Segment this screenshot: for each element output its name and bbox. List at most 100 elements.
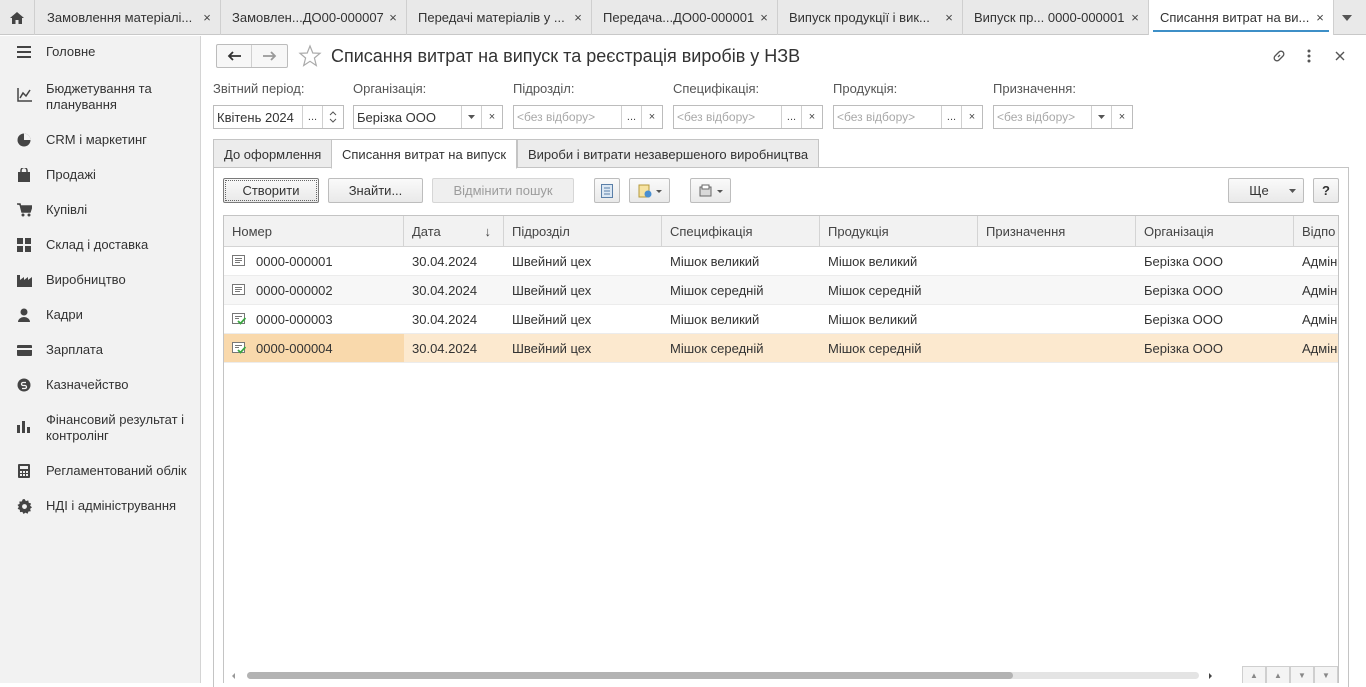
window-tab-active[interactable]: Списання витрат на ви... × <box>1149 0 1334 35</box>
column-header-responsible[interactable]: Відпо <box>1294 216 1338 246</box>
sidebar-item-sales[interactable]: Продажі <box>0 167 200 187</box>
factory-icon <box>16 272 32 288</box>
close-icon[interactable]: × <box>940 10 958 25</box>
tabs-dropdown-icon[interactable] <box>1328 0 1366 35</box>
window-tab[interactable]: Випуск пр... 0000-000001 × <box>963 0 1149 35</box>
table-row[interactable]: 0000-000003 30.04.2024 Швейний цех Мішок… <box>224 305 1338 334</box>
purpose-field[interactable]: <без відбору> × <box>993 105 1133 129</box>
horizontal-scrollbar[interactable] <box>223 669 1213 683</box>
cell-organization: Берізка ООО <box>1144 282 1223 298</box>
sidebar-item-salary[interactable]: Зарплата <box>0 342 200 362</box>
close-icon[interactable]: × <box>198 10 216 25</box>
forward-arrow-icon[interactable] <box>252 45 287 67</box>
organization-value[interactable]: Берізка ООО <box>354 106 461 128</box>
department-placeholder[interactable]: <без відбору> <box>514 106 621 128</box>
window-tab[interactable]: Замовлен...ДО00-000007 × <box>221 0 407 35</box>
window-tab[interactable]: Замовлення матеріалі... × <box>36 0 221 35</box>
close-icon[interactable]: × <box>569 10 587 25</box>
favorite-star-icon[interactable] <box>298 44 322 68</box>
link-icon[interactable] <box>1269 46 1289 66</box>
column-header-number[interactable]: Номер <box>224 216 404 246</box>
sidebar-item-production[interactable]: Виробництво <box>0 272 200 292</box>
product-placeholder[interactable]: <без відбору> <box>834 106 941 128</box>
document-list-icon[interactable] <box>594 178 620 203</box>
cancel-search-button[interactable]: Відмінити пошук <box>432 178 574 203</box>
window-tab[interactable]: Передача...ДО00-000001 × <box>592 0 778 35</box>
sidebar-item-purchases[interactable]: Купівлі <box>0 202 200 222</box>
column-header-purpose[interactable]: Призначення <box>978 216 1136 246</box>
find-button[interactable]: Знайти... <box>328 178 423 203</box>
close-window-icon[interactable] <box>1330 46 1350 66</box>
cell-organization: Берізка ООО <box>1144 340 1223 356</box>
purpose-placeholder[interactable]: <без відбору> <box>994 106 1091 128</box>
clear-icon[interactable]: × <box>961 106 982 128</box>
sidebar-item-treasury[interactable]: Казначейство <box>0 377 200 397</box>
close-icon[interactable]: × <box>755 10 773 25</box>
chart-line-icon <box>16 87 32 103</box>
sidebar-item-financial-result[interactable]: Фінансовий результат і контролінг <box>0 412 200 446</box>
scroll-up-icon[interactable]: ▲ <box>1266 666 1290 683</box>
department-select-button[interactable]: ... <box>621 106 641 128</box>
specification-field[interactable]: <без відбору> ... × <box>673 105 823 129</box>
tab-write-off-costs[interactable]: Списання витрат на випуск <box>331 139 518 169</box>
cell-product: Мішок середній <box>828 340 922 356</box>
clear-icon[interactable]: × <box>1111 106 1132 128</box>
department-field[interactable]: <без відбору> ... × <box>513 105 663 129</box>
column-header-organization[interactable]: Організація <box>1136 216 1294 246</box>
scroll-top-icon[interactable]: ▲ <box>1242 666 1266 683</box>
close-icon[interactable]: × <box>384 10 402 25</box>
sidebar-item-main[interactable]: Головне <box>0 44 200 64</box>
print-menu-icon[interactable] <box>690 178 731 203</box>
period-value[interactable]: Квітень 2024 <box>214 106 302 128</box>
specification-placeholder[interactable]: <без відбору> <box>674 106 781 128</box>
clear-icon[interactable]: × <box>801 106 822 128</box>
more-vertical-icon[interactable] <box>1299 46 1319 66</box>
warehouse-grid-icon <box>16 237 32 253</box>
sidebar-item-admin[interactable]: НДІ і адміністрування <box>0 498 200 518</box>
create-based-on-icon[interactable] <box>629 178 670 203</box>
chevron-down-icon[interactable] <box>1091 106 1111 128</box>
close-icon[interactable]: × <box>1311 10 1329 25</box>
posted-document-icon <box>232 313 246 325</box>
table-row-selected[interactable]: 0000-000004 30.04.2024 Швейний цех Мішок… <box>224 334 1338 363</box>
department-label: Підрозділ: <box>513 81 575 96</box>
scroll-down-icon[interactable]: ▼ <box>1290 666 1314 683</box>
clear-icon[interactable]: × <box>641 106 662 128</box>
sidebar-item-crm[interactable]: CRM і маркетинг <box>0 132 200 152</box>
more-actions-button[interactable]: Ще <box>1228 178 1304 203</box>
tab-wip-products[interactable]: Вироби і витрати незавершеного виробницт… <box>517 139 820 168</box>
sidebar-item-regulated-accounting[interactable]: Регламентований облік <box>0 463 200 483</box>
more-actions-label: Ще <box>1249 183 1269 198</box>
sidebar-item-label: Склад і доставка <box>46 237 149 252</box>
chevron-down-icon[interactable] <box>461 106 481 128</box>
window-tab[interactable]: Передачі матеріалів у ... × <box>407 0 592 35</box>
menu-icon <box>16 44 32 60</box>
product-field[interactable]: <без відбору> ... × <box>833 105 983 129</box>
organization-field[interactable]: Берізка ООО × <box>353 105 503 129</box>
close-icon[interactable]: × <box>1126 10 1144 25</box>
table-row[interactable]: 0000-000002 30.04.2024 Швейний цех Мішок… <box>224 276 1338 305</box>
tab-to-process[interactable]: До оформлення <box>213 139 333 168</box>
help-button[interactable]: ? <box>1313 178 1339 203</box>
sidebar-item-warehouse[interactable]: Склад і доставка <box>0 237 200 257</box>
period-field[interactable]: Квітень 2024 ... <box>213 105 344 129</box>
product-select-button[interactable]: ... <box>941 106 961 128</box>
period-spinner[interactable] <box>322 106 343 128</box>
column-header-date[interactable]: Дата ↓ <box>404 216 504 246</box>
column-header-department[interactable]: Підрозділ <box>504 216 662 246</box>
column-header-product[interactable]: Продукція <box>820 216 978 246</box>
period-select-button[interactable]: ... <box>302 106 322 128</box>
sidebar-item-hr[interactable]: Кадри <box>0 307 200 327</box>
window-tab[interactable]: Випуск продукції і вик... × <box>778 0 963 35</box>
back-arrow-icon[interactable] <box>217 45 253 67</box>
clear-icon[interactable]: × <box>481 106 502 128</box>
home-icon[interactable] <box>0 0 35 35</box>
cell-department: Швейний цех <box>512 253 592 269</box>
sidebar-item-budgeting[interactable]: Бюджетування та планування <box>0 81 200 115</box>
table-row[interactable]: 0000-000001 30.04.2024 Швейний цех Мішок… <box>224 247 1338 276</box>
create-button[interactable]: Створити <box>223 178 319 203</box>
specification-select-button[interactable]: ... <box>781 106 801 128</box>
scroll-bottom-icon[interactable]: ▼ <box>1314 666 1338 683</box>
column-header-specification[interactable]: Специфікація <box>662 216 820 246</box>
sort-desc-icon: ↓ <box>484 223 492 239</box>
